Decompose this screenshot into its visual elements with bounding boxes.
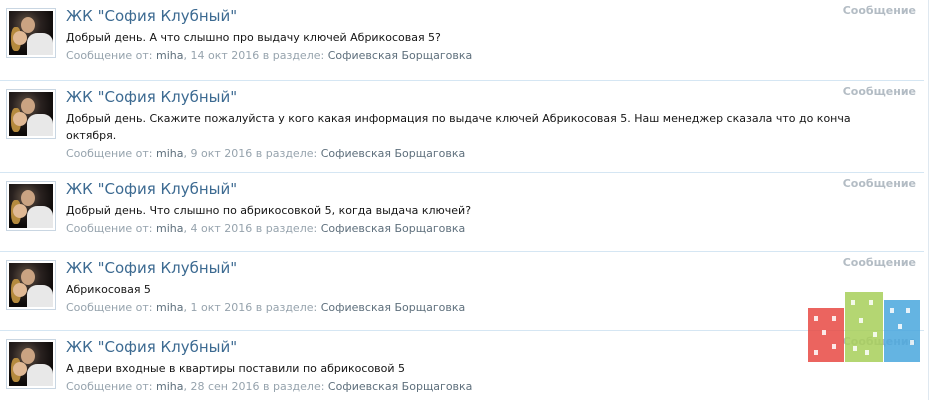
list-item: ЖК "София Клубный" Добрый день. А что сл…: [0, 0, 924, 81]
post-meta: Сообщение от: miha, 14 окт 2016 в раздел…: [66, 49, 473, 62]
content-type-label: Сообщение: [842, 256, 916, 269]
thread-title-link[interactable]: ЖК "София Клубный": [66, 180, 237, 198]
post-date: 14 окт 2016 в разделе:: [190, 49, 325, 62]
meta-prefix: Сообщение от:: [66, 147, 153, 160]
user-avatar[interactable]: [6, 339, 56, 389]
content-type-label: Сообщение: [842, 85, 916, 98]
user-avatar[interactable]: [6, 260, 56, 310]
post-content: ЖК "София Клубный" Добрый день. А что сл…: [66, 6, 916, 64]
thread-title-link[interactable]: ЖК "София Клубный": [66, 88, 237, 106]
author-link[interactable]: miha: [156, 49, 183, 62]
post-content: ЖК "София Клубный" Абрикосовая 5 Сообщен…: [66, 258, 916, 316]
author-link[interactable]: miha: [156, 301, 183, 314]
buildings-logo-icon: [808, 292, 920, 388]
post-date: 28 сен 2016 в разделе:: [190, 380, 325, 393]
post-meta: Сообщение от: miha, 9 окт 2016 в разделе…: [66, 147, 466, 160]
watermark-blue-building: [884, 300, 920, 362]
meta-prefix: Сообщение от:: [66, 380, 153, 393]
forum-link[interactable]: Софиевская Борщаговка: [321, 222, 466, 235]
meta-prefix: Сообщение от:: [66, 301, 153, 314]
search-results-page: ЖК "София Клубный" Добрый день. А что сл…: [0, 0, 937, 400]
user-avatar[interactable]: [6, 181, 56, 231]
forum-link[interactable]: Софиевская Борщаговка: [328, 49, 473, 62]
post-snippet: Добрый день. Скажите пожалуйста у кого к…: [66, 112, 851, 142]
avatar-photo-icon: [9, 263, 53, 307]
post-content: ЖК "София Клубный" Добрый день. Скажите …: [66, 87, 916, 162]
user-avatar[interactable]: [6, 8, 56, 58]
list-item: ЖК "София Клубный" Добрый день. Что слыш…: [0, 173, 924, 252]
author-link[interactable]: miha: [156, 222, 183, 235]
list-item: ЖК "София Клубный" Добрый день. Скажите …: [0, 81, 924, 173]
post-snippet: Добрый день. Что слышно по абрикосовкой …: [66, 204, 472, 217]
thread-title-link[interactable]: ЖК "София Клубный": [66, 7, 237, 25]
thread-title-link[interactable]: ЖК "София Клубный": [66, 259, 237, 277]
forum-link[interactable]: Софиевская Борщаговка: [328, 380, 473, 393]
forum-link[interactable]: Софиевская Борщаговка: [321, 301, 466, 314]
post-content: ЖК "София Клубный" А двери входные в ква…: [66, 337, 916, 395]
post-snippet: Абрикосовая 5: [66, 283, 151, 296]
user-avatar[interactable]: [6, 89, 56, 139]
author-link[interactable]: miha: [156, 147, 183, 160]
post-date: 1 окт 2016 в разделе:: [190, 301, 318, 314]
post-list: ЖК "София Клубный" Добрый день. А что сл…: [0, 0, 924, 400]
watermark-green-building: [845, 292, 883, 362]
post-date: 9 окт 2016 в разделе:: [190, 147, 318, 160]
scrollbar-track[interactable]: [928, 0, 937, 400]
post-snippet: А двери входные в квартиры поставили по …: [66, 362, 406, 375]
meta-prefix: Сообщение от:: [66, 49, 153, 62]
avatar-photo-icon: [9, 342, 53, 386]
post-meta: Сообщение от: miha, 1 окт 2016 в разделе…: [66, 301, 466, 314]
avatar-photo-icon: [9, 184, 53, 228]
thread-title-link[interactable]: ЖК "София Клубный": [66, 338, 237, 356]
list-item: ЖК "София Клубный" Абрикосовая 5 Сообщен…: [0, 252, 924, 331]
meta-prefix: Сообщение от:: [66, 222, 153, 235]
content-type-label: Сообщение: [842, 177, 916, 190]
post-date: 4 окт 2016 в разделе:: [190, 222, 318, 235]
content-type-label: Сообщение: [842, 4, 916, 17]
watermark-red-building: [808, 308, 844, 362]
post-content: ЖК "София Клубный" Добрый день. Что слыш…: [66, 179, 916, 237]
author-link[interactable]: miha: [156, 380, 183, 393]
post-meta: Сообщение от: miha, 28 сен 2016 в раздел…: [66, 380, 473, 393]
avatar-photo-icon: [9, 92, 53, 136]
post-snippet: Добрый день. А что слышно про выдачу клю…: [66, 31, 441, 44]
list-item: ЖК "София Клубный" А двери входные в ква…: [0, 331, 924, 400]
post-meta: Сообщение от: miha, 4 окт 2016 в разделе…: [66, 222, 466, 235]
avatar-photo-icon: [9, 11, 53, 55]
forum-link[interactable]: Софиевская Борщаговка: [321, 147, 466, 160]
